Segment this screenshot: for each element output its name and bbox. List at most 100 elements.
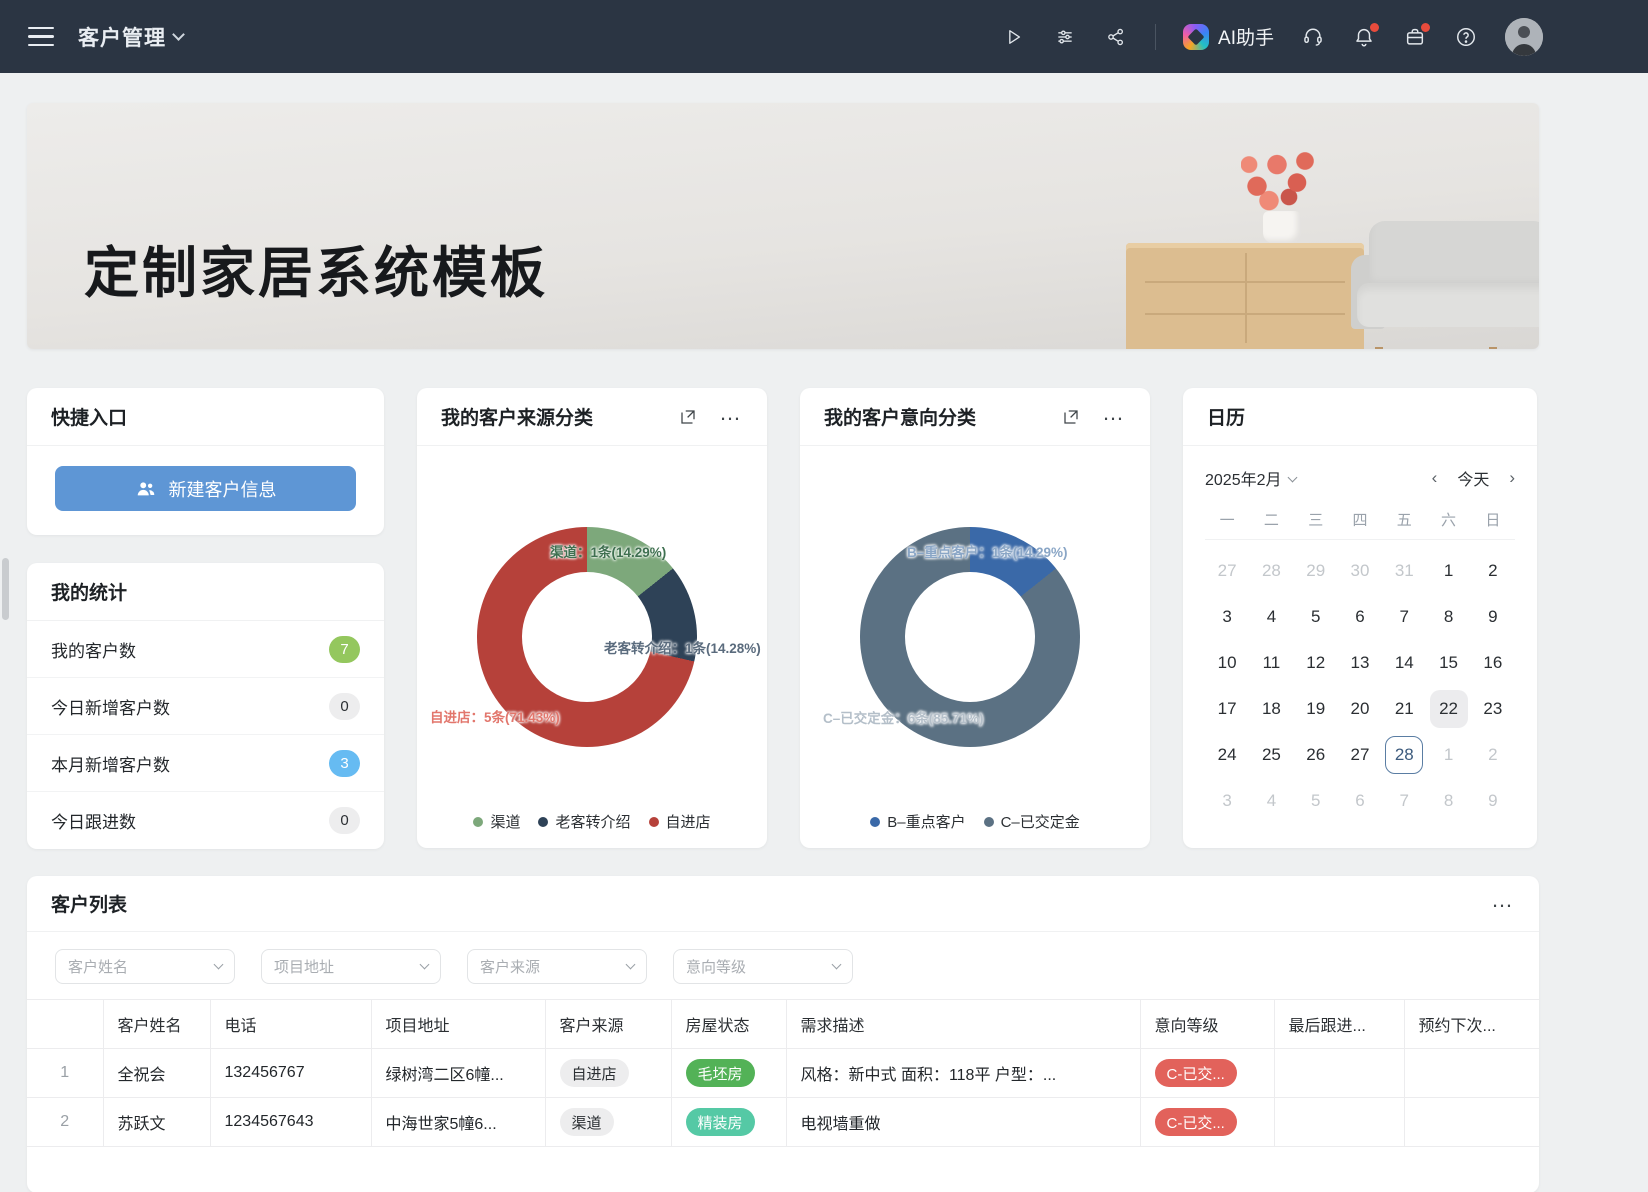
legend-item[interactable]: 渠道 bbox=[473, 811, 520, 832]
address-cell[interactable]: 绿树湾二区6幢... bbox=[371, 1049, 545, 1098]
calendar-day[interactable]: 28 bbox=[1252, 552, 1290, 590]
house-status-cell[interactable]: 精装房 bbox=[671, 1098, 786, 1147]
column-header[interactable]: 电话 bbox=[210, 1000, 371, 1049]
house-status-cell[interactable]: 毛坯房 bbox=[671, 1049, 786, 1098]
calendar-next-icon[interactable]: › bbox=[1509, 468, 1515, 488]
calendar-day[interactable]: 29 bbox=[1297, 552, 1335, 590]
calendar-day[interactable]: 22 bbox=[1430, 690, 1468, 728]
intent-cell[interactable]: C-已交... bbox=[1140, 1098, 1274, 1147]
calendar-day[interactable]: 1 bbox=[1430, 736, 1468, 774]
run-icon[interactable] bbox=[1002, 25, 1026, 49]
vertical-scrollbar[interactable] bbox=[2, 558, 9, 620]
next-appointment-cell[interactable] bbox=[1404, 1098, 1539, 1147]
last-follow-cell[interactable] bbox=[1274, 1049, 1404, 1098]
calendar-day[interactable]: 6 bbox=[1341, 782, 1379, 820]
calendar-day[interactable]: 12 bbox=[1297, 644, 1335, 682]
calendar-day[interactable]: 2 bbox=[1474, 736, 1512, 774]
calendar-day[interactable]: 5 bbox=[1297, 598, 1335, 636]
calendar-day[interactable]: 26 bbox=[1297, 736, 1335, 774]
legend-item[interactable]: 自进店 bbox=[649, 811, 711, 832]
legend-item[interactable]: C–已交定金 bbox=[984, 811, 1080, 832]
calendar-today-button[interactable]: 今天 bbox=[1457, 466, 1489, 490]
filter-select[interactable]: 意向等级 bbox=[673, 949, 853, 984]
demand-cell[interactable]: 风格：新中式 面积：118平 户型：... bbox=[786, 1049, 1140, 1098]
calendar-day[interactable]: 13 bbox=[1341, 644, 1379, 682]
menu-icon[interactable] bbox=[28, 27, 54, 47]
calendar-day[interactable]: 8 bbox=[1430, 782, 1468, 820]
calendar-day[interactable]: 21 bbox=[1385, 690, 1423, 728]
workbench-briefcase-icon[interactable] bbox=[1403, 25, 1427, 49]
calendar-day-today[interactable]: 28 bbox=[1385, 736, 1423, 774]
more-options-icon[interactable]: … bbox=[1491, 900, 1515, 908]
calendar-day[interactable]: 24 bbox=[1208, 736, 1246, 774]
table-row[interactable]: 2苏跃文1234567643中海世家5幢6...渠道精装房电视墙重做C-已交..… bbox=[27, 1098, 1539, 1147]
calendar-day[interactable]: 4 bbox=[1252, 598, 1290, 636]
more-options-icon[interactable]: … bbox=[1102, 413, 1126, 421]
calendar-day[interactable]: 17 bbox=[1208, 690, 1246, 728]
legend-item[interactable]: B–重点客户 bbox=[870, 811, 965, 832]
phone-cell[interactable]: 132456767 bbox=[210, 1049, 371, 1098]
calendar-day[interactable]: 10 bbox=[1208, 644, 1246, 682]
stat-row[interactable]: 本月新增客户数3 bbox=[27, 735, 384, 792]
support-headset-icon[interactable] bbox=[1301, 25, 1325, 49]
calendar-prev-icon[interactable]: ‹ bbox=[1432, 468, 1438, 488]
ai-assistant-button[interactable]: AI助手 bbox=[1183, 23, 1274, 50]
calendar-day[interactable]: 30 bbox=[1341, 552, 1379, 590]
column-header[interactable]: 房屋状态 bbox=[671, 1000, 786, 1049]
calendar-day[interactable]: 8 bbox=[1430, 598, 1468, 636]
calendar-day[interactable]: 25 bbox=[1252, 736, 1290, 774]
stat-row[interactable]: 我的客户数7 bbox=[27, 621, 384, 678]
calendar-day[interactable]: 19 bbox=[1297, 690, 1335, 728]
calendar-day[interactable]: 27 bbox=[1341, 736, 1379, 774]
calendar-day[interactable]: 7 bbox=[1385, 782, 1423, 820]
calendar-day[interactable]: 11 bbox=[1252, 644, 1290, 682]
help-icon[interactable] bbox=[1454, 25, 1478, 49]
next-appointment-cell[interactable] bbox=[1404, 1049, 1539, 1098]
last-follow-cell[interactable] bbox=[1274, 1098, 1404, 1147]
calendar-day[interactable]: 14 bbox=[1385, 644, 1423, 682]
phone-cell[interactable]: 1234567643 bbox=[210, 1098, 371, 1147]
stat-row[interactable]: 今日跟进数0 bbox=[27, 792, 384, 849]
filter-select[interactable]: 项目地址 bbox=[261, 949, 441, 984]
calendar-day[interactable]: 15 bbox=[1430, 644, 1468, 682]
calendar-day[interactable]: 4 bbox=[1252, 782, 1290, 820]
app-switcher[interactable]: 客户管理 bbox=[78, 22, 183, 52]
source-cell[interactable]: 渠道 bbox=[545, 1098, 671, 1147]
user-avatar[interactable] bbox=[1505, 18, 1543, 56]
open-in-new-icon[interactable] bbox=[1062, 408, 1080, 426]
notifications-bell-icon[interactable] bbox=[1352, 25, 1376, 49]
calendar-day[interactable]: 20 bbox=[1341, 690, 1379, 728]
source-cell[interactable]: 自进店 bbox=[545, 1049, 671, 1098]
new-customer-button[interactable]: 新建客户信息 bbox=[55, 466, 356, 511]
calendar-day[interactable]: 9 bbox=[1474, 782, 1512, 820]
calendar-day[interactable]: 18 bbox=[1252, 690, 1290, 728]
calendar-day[interactable]: 2 bbox=[1474, 552, 1512, 590]
calendar-day[interactable]: 5 bbox=[1297, 782, 1335, 820]
open-in-new-icon[interactable] bbox=[679, 408, 697, 426]
table-row[interactable]: 1全祝会132456767绿树湾二区6幢...自进店毛坯房风格：新中式 面积：1… bbox=[27, 1049, 1539, 1098]
calendar-day[interactable]: 27 bbox=[1208, 552, 1246, 590]
calendar-day[interactable]: 3 bbox=[1208, 782, 1246, 820]
calendar-day[interactable]: 7 bbox=[1385, 598, 1423, 636]
column-header[interactable]: 意向等级 bbox=[1140, 1000, 1274, 1049]
customer-name-cell[interactable]: 苏跃文 bbox=[103, 1098, 210, 1147]
customer-name-cell[interactable]: 全祝会 bbox=[103, 1049, 210, 1098]
calendar-day[interactable]: 31 bbox=[1385, 552, 1423, 590]
column-header[interactable]: 预约下次... bbox=[1404, 1000, 1539, 1049]
calendar-day[interactable]: 3 bbox=[1208, 598, 1246, 636]
address-cell[interactable]: 中海世家5幢6... bbox=[371, 1098, 545, 1147]
column-header[interactable]: 客户来源 bbox=[545, 1000, 671, 1049]
legend-item[interactable]: 老客转介绍 bbox=[538, 811, 630, 832]
calendar-day[interactable]: 6 bbox=[1341, 598, 1379, 636]
more-options-icon[interactable]: … bbox=[719, 413, 743, 421]
share-icon[interactable] bbox=[1104, 25, 1128, 49]
filter-select[interactable]: 客户来源 bbox=[467, 949, 647, 984]
calendar-month-select[interactable]: 2025年2月 bbox=[1205, 466, 1296, 490]
column-header[interactable]: 需求描述 bbox=[786, 1000, 1140, 1049]
column-header[interactable]: 项目地址 bbox=[371, 1000, 545, 1049]
column-header[interactable]: 客户姓名 bbox=[103, 1000, 210, 1049]
calendar-day[interactable]: 23 bbox=[1474, 690, 1512, 728]
stat-row[interactable]: 今日新增客户数0 bbox=[27, 678, 384, 735]
column-header[interactable]: 最后跟进... bbox=[1274, 1000, 1404, 1049]
calendar-day[interactable]: 9 bbox=[1474, 598, 1512, 636]
